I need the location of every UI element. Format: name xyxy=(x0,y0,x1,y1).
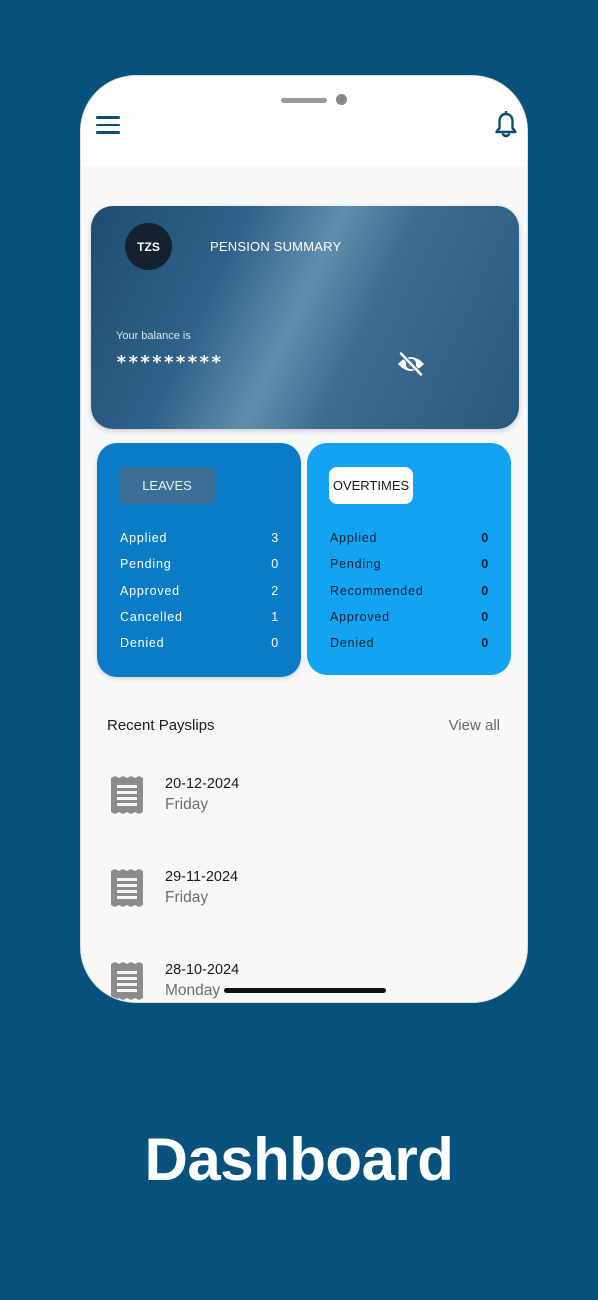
leaves-row-pending: Pending 0 xyxy=(120,551,279,577)
leaves-row-applied: Applied 3 xyxy=(120,525,279,551)
stat-value: 0 xyxy=(481,531,489,546)
overtimes-card[interactable]: OVERTIMES Applied 0 Pending 0 Recommende… xyxy=(307,443,511,675)
payslip-item[interactable]: 28-10-2024 Monday xyxy=(109,962,489,1002)
stat-value: 0 xyxy=(271,636,279,651)
stat-label: Approved xyxy=(120,583,180,598)
stat-label: Applied xyxy=(120,531,168,546)
payslip-date: 29-11-2024 xyxy=(165,869,239,885)
phone-frame: TZS PENSION SUMMARY Your balance is ****… xyxy=(80,75,528,1003)
leaves-row-approved: Approved 2 xyxy=(120,578,279,604)
stat-label: Recommended xyxy=(330,583,424,598)
receipt-icon xyxy=(111,776,143,814)
screen: TZS PENSION SUMMARY Your balance is ****… xyxy=(0,0,598,1300)
overtimes-chip[interactable]: OVERTIMES xyxy=(329,467,413,504)
overtimes-row-denied: Denied 0 xyxy=(330,630,489,656)
payslip-day: Monday xyxy=(165,982,221,999)
stat-value: 1 xyxy=(271,610,279,625)
stat-label: Approved xyxy=(330,610,390,625)
eye-off-icon[interactable] xyxy=(396,351,426,377)
overtimes-stats-list: Applied 0 Pending 0 Recommended 0 Approv… xyxy=(330,525,489,656)
stat-value: 0 xyxy=(481,610,489,625)
leaves-chip[interactable]: LEAVES xyxy=(119,467,215,504)
payslip-item[interactable]: 20-12-2024 Friday xyxy=(109,776,489,836)
hamburger-menu-icon[interactable] xyxy=(96,116,120,134)
overtimes-row-applied: Applied 0 xyxy=(330,525,489,551)
balance-label: Your balance is xyxy=(116,330,191,342)
receipt-icon xyxy=(111,962,143,1000)
overtimes-row-recommended: Recommended 0 xyxy=(330,578,489,604)
stat-label: Cancelled xyxy=(120,610,183,625)
stat-value: 0 xyxy=(481,583,489,598)
receipt-icon xyxy=(111,869,143,907)
stat-value: 2 xyxy=(271,583,279,598)
leaves-row-denied: Denied 0 xyxy=(120,630,279,656)
bell-icon[interactable] xyxy=(493,110,519,139)
view-all-link[interactable]: View all xyxy=(449,717,500,734)
leaves-stats-list: Applied 3 Pending 0 Approved 2 Cancelled… xyxy=(120,525,279,656)
overtimes-row-pending: Pending 0 xyxy=(330,551,489,577)
payslip-date: 28-10-2024 xyxy=(165,962,240,978)
pension-title: PENSION SUMMARY xyxy=(210,239,342,254)
stat-value: 0 xyxy=(481,636,489,651)
balance-value: ********* xyxy=(116,352,223,373)
home-indicator[interactable] xyxy=(224,988,386,993)
leaves-row-cancelled: Cancelled 1 xyxy=(120,604,279,630)
phone-camera xyxy=(336,94,347,105)
payslip-day: Friday xyxy=(165,796,209,813)
stat-value: 0 xyxy=(271,557,279,572)
payslip-date: 20-12-2024 xyxy=(165,776,240,792)
overtimes-row-approved: Approved 0 xyxy=(330,604,489,630)
stat-label: Pending xyxy=(330,557,382,572)
stat-label: Denied xyxy=(330,636,375,651)
stat-value: 0 xyxy=(481,557,489,572)
stat-label: Applied xyxy=(330,531,378,546)
pension-summary-card[interactable]: TZS PENSION SUMMARY Your balance is ****… xyxy=(91,206,519,429)
app-header xyxy=(81,76,527,166)
payslip-day: Friday xyxy=(165,889,209,906)
recent-payslips-title: Recent Payslips xyxy=(107,717,215,734)
page-caption: Dashboard xyxy=(144,1126,454,1193)
phone-speaker xyxy=(281,98,327,103)
stat-value: 3 xyxy=(271,531,279,546)
stat-label: Pending xyxy=(120,557,172,572)
currency-badge: TZS xyxy=(125,223,172,270)
stat-label: Denied xyxy=(120,636,165,651)
payslip-item[interactable]: 29-11-2024 Friday xyxy=(109,869,489,929)
leaves-card[interactable]: LEAVES Applied 3 Pending 0 Approved 2 Ca… xyxy=(97,443,301,677)
